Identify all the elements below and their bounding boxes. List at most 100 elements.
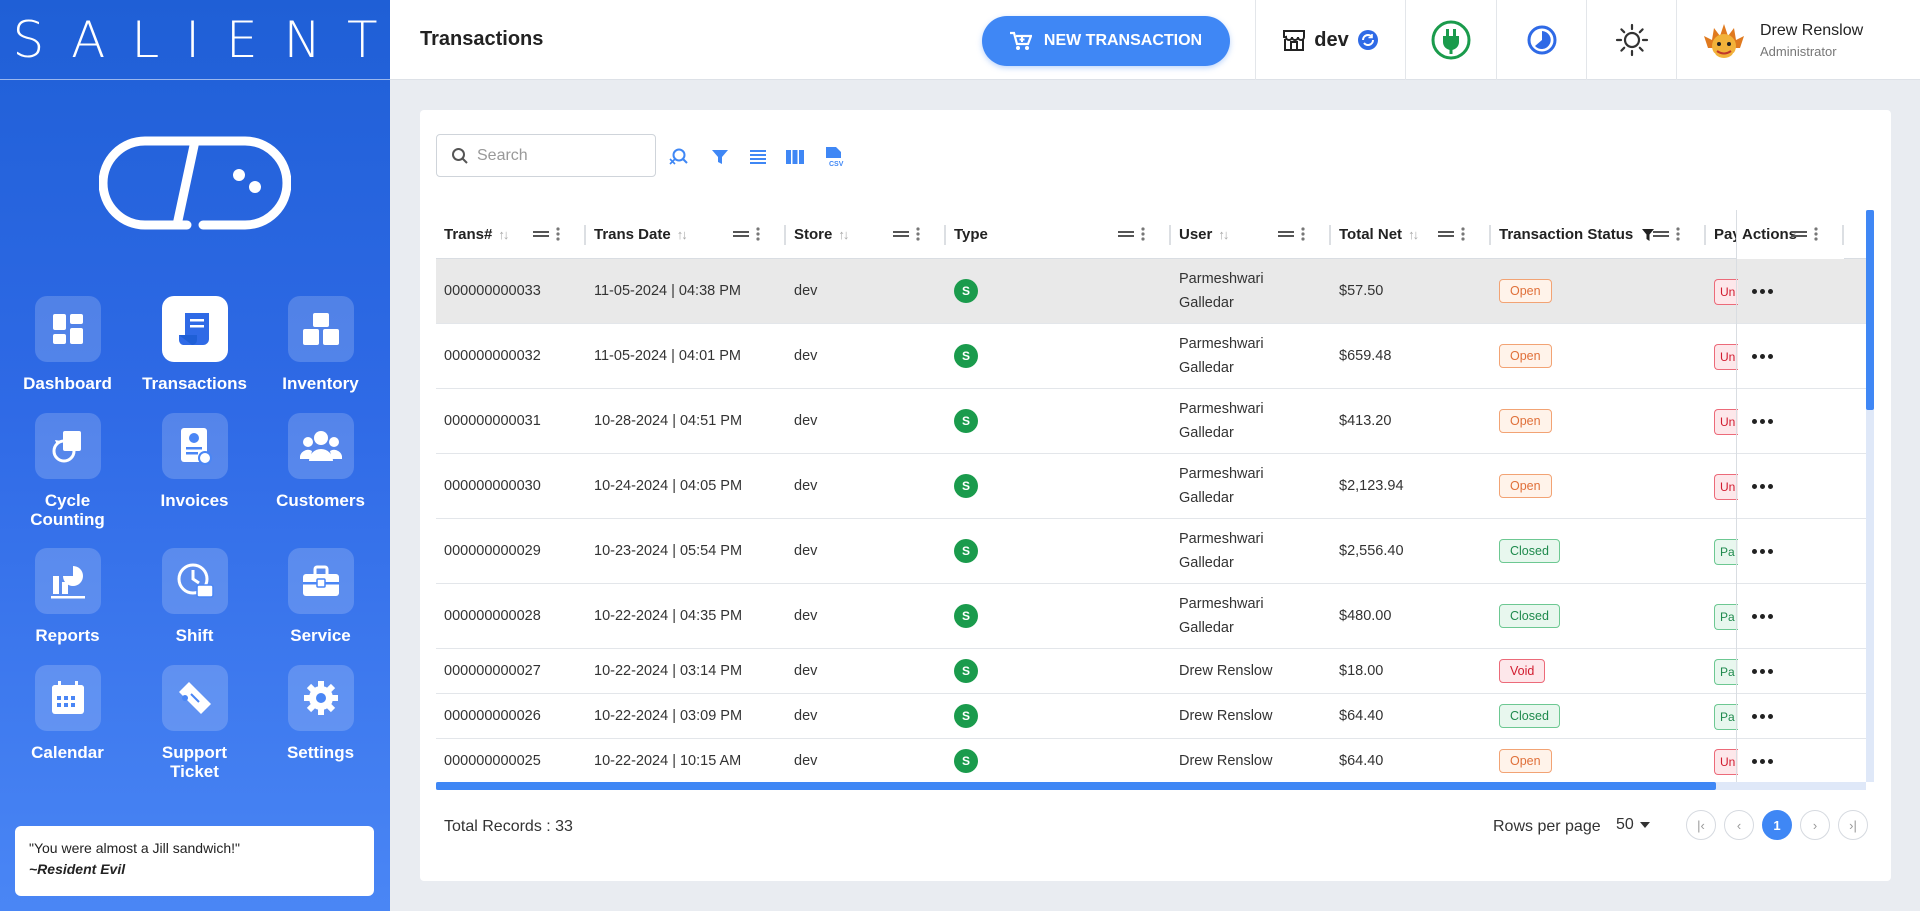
column-header[interactable]: Type xyxy=(946,210,1171,259)
prev-page-button[interactable]: ‹ xyxy=(1724,810,1754,840)
nav-customers[interactable]: Customers xyxy=(257,413,384,510)
status-badge: Open xyxy=(1499,474,1552,498)
column-header[interactable]: Trans# ↑↓ xyxy=(436,210,586,259)
nav-cycle-counting[interactable]: Cycle Counting xyxy=(4,413,131,529)
trans-date-cell: 10-22-2024 | 10:15 AM xyxy=(594,753,742,769)
type-cell: S xyxy=(954,739,1014,783)
columns-icon[interactable] xyxy=(784,146,806,168)
nav-inventory[interactable]: Inventory xyxy=(257,296,384,393)
total-net-cell: $2,556.40 xyxy=(1339,543,1404,559)
transactions-table: Trans# ↑↓ Trans Date ↑↓ Store ↑↓ Type User ↑↓ Tot… xyxy=(436,210,1866,790)
type-cell: S xyxy=(954,324,1014,388)
nav-transactions[interactable]: Transactions xyxy=(131,296,258,393)
payment-status-badge: Pa xyxy=(1714,658,1738,685)
column-menu-icon[interactable] xyxy=(892,227,932,241)
connection-status-button[interactable] xyxy=(1405,0,1496,80)
status-cell: Open xyxy=(1499,389,1699,453)
last-page-button[interactable]: ›| xyxy=(1838,810,1868,840)
vertical-scrollbar[interactable] xyxy=(1866,210,1874,782)
new-transaction-button[interactable]: NEW TRANSACTION xyxy=(982,16,1230,66)
nav-settings[interactable]: Settings xyxy=(257,665,384,762)
column-header[interactable]: Transaction Status xyxy=(1491,210,1706,259)
user-cell: Parmeshwari Galledar xyxy=(1179,271,1264,311)
nav-shift[interactable]: Shift xyxy=(131,548,258,645)
column-header[interactable]: Trans Date ↑↓ xyxy=(586,210,786,259)
column-menu-icon[interactable] xyxy=(1652,227,1692,241)
boxes-icon xyxy=(287,296,354,362)
store-selector[interactable]: dev xyxy=(1255,0,1405,80)
csv-export-icon[interactable]: CSV xyxy=(823,146,845,168)
table-row[interactable]: 000000000030 10-24-2024 | 04:05 PM dev S Par… xyxy=(436,454,1866,519)
table-row[interactable]: 000000000033 11-05-2024 | 04:38 PM dev S Par… xyxy=(436,259,1866,324)
nav-label: Calendar xyxy=(31,743,104,762)
column-menu-icon[interactable] xyxy=(732,227,772,241)
column-label: User xyxy=(1179,226,1213,243)
nav-label: Support Ticket xyxy=(161,743,228,781)
advanced-search-icon[interactable] xyxy=(667,146,689,168)
sale-type-badge: S xyxy=(954,539,978,563)
sync-icon[interactable] xyxy=(1357,29,1379,51)
type-cell: S xyxy=(954,649,1014,693)
nav-invoices[interactable]: Invoices xyxy=(131,413,258,510)
filter-icon[interactable] xyxy=(709,146,731,168)
total-net-cell: $64.40 xyxy=(1339,753,1384,769)
sort-icon[interactable]: ↑↓ xyxy=(498,227,509,242)
ticket-icon xyxy=(161,665,228,731)
nav-service[interactable]: Service xyxy=(257,548,384,645)
nav-reports[interactable]: Reports xyxy=(4,548,131,645)
store-cell: dev xyxy=(794,753,818,769)
reports-icon xyxy=(34,548,101,614)
type-cell: S xyxy=(954,259,1014,323)
top-header: Transactions NEW TRANSACTION dev Drew Re… xyxy=(390,0,1920,80)
table-row[interactable]: 000000000031 10-28-2024 | 04:51 PM dev S Par… xyxy=(436,389,1866,454)
nav-label: Inventory xyxy=(282,374,359,393)
time-clock-button[interactable] xyxy=(1496,0,1586,80)
rows-per-page-select[interactable]: 50 xyxy=(1616,816,1650,834)
user-profile[interactable]: Drew Renslow Administrator xyxy=(1676,0,1920,80)
nav-calendar[interactable]: Calendar xyxy=(4,665,131,762)
column-header[interactable]: Total Net ↑↓ xyxy=(1331,210,1491,259)
table-row[interactable]: 000000000026 10-22-2024 | 03:09 PM dev S Dre… xyxy=(436,694,1866,739)
nav-dashboard[interactable]: Dashboard xyxy=(4,296,131,393)
table-row[interactable]: 000000000032 11-05-2024 | 04:01 PM dev S Par… xyxy=(436,324,1866,389)
sort-icon[interactable]: ↑↓ xyxy=(838,227,849,242)
horizontal-scrollbar[interactable] xyxy=(436,782,1866,790)
sort-icon[interactable]: ↑↓ xyxy=(677,227,688,242)
table-row[interactable]: 000000000028 10-22-2024 | 04:35 PM dev S Par… xyxy=(436,584,1866,649)
column-menu-icon[interactable] xyxy=(1437,227,1477,241)
column-menu-icon[interactable] xyxy=(532,227,572,241)
nav-label: Service xyxy=(290,626,351,645)
sun-icon xyxy=(1615,23,1648,57)
column-label: Trans Date xyxy=(594,226,671,243)
user-cell: Parmeshwari Galledar xyxy=(1179,401,1264,441)
type-cell: S xyxy=(954,389,1014,453)
column-menu-icon[interactable] xyxy=(1117,227,1157,241)
total-net-cell: $18.00 xyxy=(1339,663,1384,679)
density-icon[interactable] xyxy=(747,146,769,168)
column-header[interactable]: User ↑↓ xyxy=(1171,210,1331,259)
brand-header[interactable]: SALIENT xyxy=(0,0,390,80)
column-menu-icon[interactable] xyxy=(1277,227,1317,241)
trans-number-cell: 000000000029 xyxy=(444,543,541,559)
status-badge: Open xyxy=(1499,344,1552,368)
sort-icon[interactable]: ↑↓ xyxy=(1408,227,1419,242)
user-name: Drew Renslow xyxy=(1760,21,1864,39)
table-row[interactable]: 000000000029 10-23-2024 | 05:54 PM dev S Par… xyxy=(436,519,1866,584)
first-page-icon: |‹ xyxy=(1697,817,1705,833)
table-row[interactable]: 000000000027 10-22-2024 | 03:14 PM dev S Dre… xyxy=(436,649,1866,694)
sort-icon[interactable]: ↑↓ xyxy=(1218,227,1229,242)
column-header[interactable]: Pay xyxy=(1706,210,1741,259)
quote-card: "You were almost a Jill sandwich!" ~Resi… xyxy=(15,826,374,896)
table-row[interactable]: 000000000025 10-22-2024 | 10:15 AM dev S Dre… xyxy=(436,739,1866,784)
search-input[interactable] xyxy=(477,146,637,165)
payment-status-badge: Pa xyxy=(1714,603,1738,630)
next-page-button[interactable]: › xyxy=(1800,810,1830,840)
toolbox-icon xyxy=(287,548,354,614)
calendar-icon xyxy=(34,665,101,731)
first-page-button[interactable]: |‹ xyxy=(1686,810,1716,840)
theme-toggle-button[interactable] xyxy=(1586,0,1676,80)
page-1-button[interactable]: 1 xyxy=(1762,810,1792,840)
user-cell: Drew Renslow xyxy=(1179,663,1273,679)
nav-support-ticket[interactable]: Support Ticket xyxy=(131,665,258,781)
column-header[interactable]: Store ↑↓ xyxy=(786,210,946,259)
